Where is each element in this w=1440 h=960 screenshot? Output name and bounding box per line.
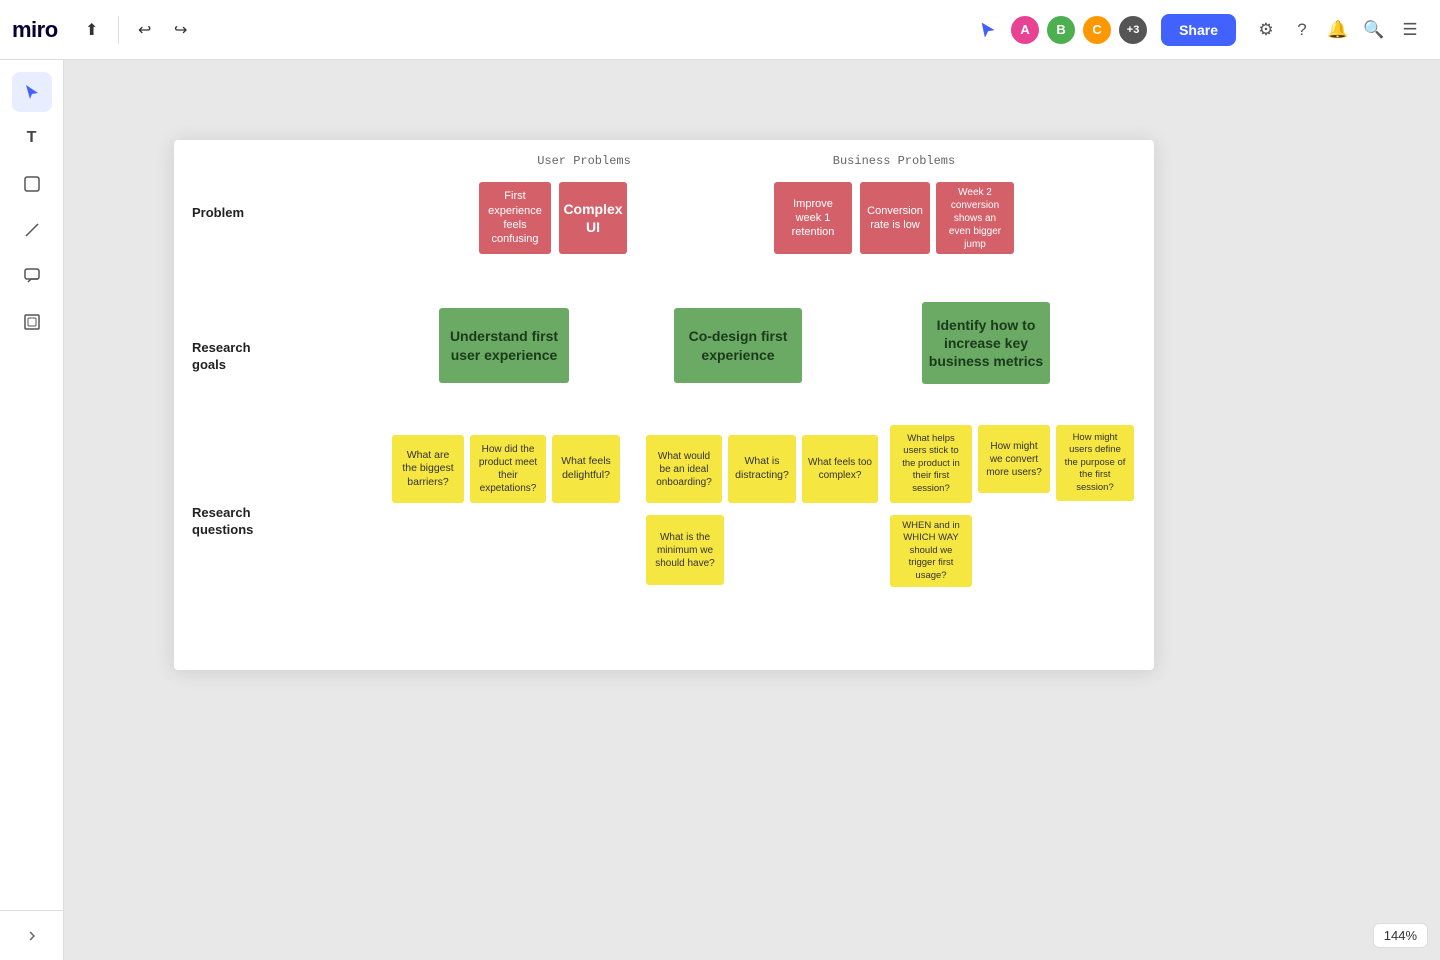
- sticky-biggest-barriers[interactable]: What are the biggest barriers?: [392, 435, 464, 503]
- col-header-business-problems: Business Problems: [754, 154, 1034, 168]
- avatar-1: A: [1009, 14, 1041, 46]
- row-label-research-goals: Researchgoals: [192, 340, 251, 374]
- sticky-codesign-first[interactable]: Co-design first experience: [674, 308, 802, 383]
- sticky-ideal-onboarding[interactable]: What would be an ideal onboarding?: [646, 435, 722, 503]
- help-icon[interactable]: ?: [1284, 12, 1320, 48]
- notifications-icon[interactable]: 🔔: [1320, 12, 1356, 48]
- canvas[interactable]: User Problems Business Problems Problem …: [64, 60, 1440, 960]
- sticky-feels-complex[interactable]: What feels too complex?: [802, 435, 878, 503]
- redo-button[interactable]: ↪: [163, 12, 199, 48]
- avatar-3: C: [1081, 14, 1113, 46]
- sticky-product-meet-expectations[interactable]: How did the product meet their expetatio…: [470, 435, 546, 503]
- undo-button[interactable]: ↩: [127, 12, 163, 48]
- avatar-2: B: [1045, 14, 1077, 46]
- sticky-feels-delightful[interactable]: What feels delightful?: [552, 435, 620, 503]
- comment-tool[interactable]: [12, 256, 52, 296]
- sticky-week2-conversion[interactable]: Week 2 conversion shows an even bigger j…: [936, 182, 1014, 254]
- zoom-level: 144%: [1373, 923, 1428, 948]
- cursor-icon: [973, 15, 1003, 45]
- left-sidebar: T •••: [0, 60, 64, 960]
- upload-button[interactable]: ⬆: [74, 12, 110, 48]
- search-icon[interactable]: 🔍: [1356, 12, 1392, 48]
- share-button[interactable]: Share: [1161, 14, 1236, 46]
- col-header-user-problems: User Problems: [454, 154, 714, 168]
- sticky-improve-retention[interactable]: Improve week 1 retention: [774, 182, 852, 254]
- sticky-understand-first[interactable]: Understand first user experience: [439, 308, 569, 383]
- sticky-identify-increase[interactable]: Identify how to increase key business me…: [922, 302, 1050, 384]
- select-tool[interactable]: [12, 72, 52, 112]
- sticky-conversion-rate[interactable]: Conversion rate is low: [860, 182, 930, 254]
- panel-toggle[interactable]: [0, 910, 64, 960]
- row-label-problem: Problem: [192, 205, 244, 220]
- collaborators-avatars: A B C +3: [1009, 14, 1149, 46]
- whiteboard-board: User Problems Business Problems Problem …: [174, 140, 1154, 670]
- sticky-when-trigger[interactable]: WHEN and in WHICH WAY should we trigger …: [890, 515, 972, 587]
- sticky-first-experience[interactable]: First experience feels confusing: [479, 182, 551, 254]
- sticky-what-distracting[interactable]: What is distracting?: [728, 435, 796, 503]
- sticky-users-define[interactable]: How might users define the purpose of th…: [1056, 425, 1134, 501]
- sticky-convert-more[interactable]: How might we convert more users?: [978, 425, 1050, 493]
- row-label-research-questions: Researchquestions: [192, 505, 253, 539]
- avatar-extra: +3: [1117, 14, 1149, 46]
- line-tool[interactable]: [12, 210, 52, 250]
- sticky-complex-ui[interactable]: Complex UI: [559, 182, 627, 254]
- settings-icon[interactable]: ⚙: [1248, 12, 1284, 48]
- frame-tool[interactable]: [12, 302, 52, 342]
- sticky-minimum-have[interactable]: What is the minimum we should have?: [646, 515, 724, 585]
- note-tool[interactable]: [12, 164, 52, 204]
- text-tool[interactable]: T: [12, 118, 52, 158]
- miro-logo: miro: [12, 17, 58, 43]
- sticky-users-stick[interactable]: What helps users stick to the product in…: [890, 425, 972, 503]
- toolbar-divider-1: [118, 16, 119, 44]
- menu-icon[interactable]: ☰: [1392, 12, 1428, 48]
